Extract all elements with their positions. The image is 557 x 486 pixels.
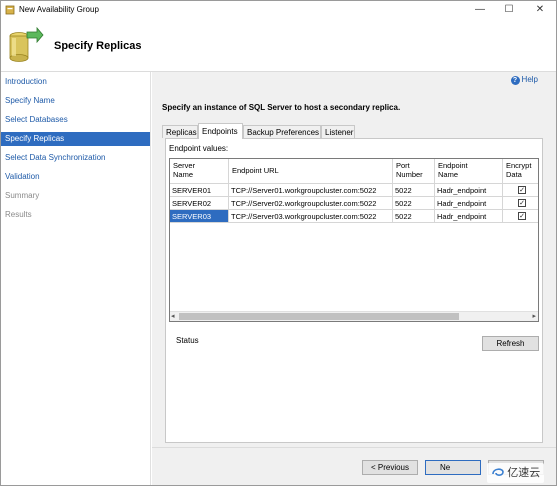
- table-row-encrypt-cell: ✓: [503, 210, 538, 223]
- previous-button[interactable]: < Previous: [362, 460, 418, 475]
- nav-item-results: Results: [5, 210, 32, 219]
- column-header-server-name[interactable]: Server Name: [170, 159, 229, 184]
- table-row-url-cell[interactable]: TCP://Server02.workgroupcluster.com:5022: [229, 197, 393, 210]
- header-line: Name: [173, 170, 194, 179]
- minimize-icon: —: [475, 4, 485, 15]
- close-button[interactable]: ✕: [526, 1, 554, 19]
- help-label: Help: [521, 75, 538, 84]
- nav-item-validation[interactable]: Validation: [1, 170, 150, 184]
- wizard-header: Specify Replicas: [1, 19, 556, 72]
- next-button[interactable]: Ne: [425, 460, 481, 475]
- header-line: Port: [396, 161, 410, 170]
- watermark-logo-icon: [492, 468, 504, 476]
- table-row-port-cell[interactable]: 5022: [393, 197, 435, 210]
- tab-listener[interactable]: Listener: [321, 125, 355, 138]
- main-panel: ? Help Specify an instance of SQL Server …: [152, 72, 556, 485]
- table-row-endpoint-cell[interactable]: Hadr_endpoint: [435, 184, 503, 197]
- column-header-port-number[interactable]: Port Number: [393, 159, 435, 184]
- watermark-text: 亿速云: [507, 467, 541, 479]
- table-row-server-cell[interactable]: SERVER02: [170, 197, 229, 210]
- scrollbar-thumb[interactable]: [179, 313, 459, 320]
- scroll-left-icon[interactable]: ◂: [171, 312, 175, 321]
- nav-item-select-data-synchronization[interactable]: Select Data Synchronization: [1, 151, 150, 165]
- endpoints-grid[interactable]: Server Name Endpoint URL Port Number End…: [169, 158, 539, 322]
- tab-endpoints[interactable]: Endpoints: [198, 123, 243, 139]
- table-row-encrypt-cell: ✓: [503, 197, 538, 210]
- header-line: Endpoint URL: [232, 166, 279, 175]
- header-line: Name: [438, 170, 459, 179]
- header-line: Server: [173, 161, 196, 170]
- header-line: Data: [506, 170, 522, 179]
- help-link[interactable]: ? Help: [510, 75, 538, 85]
- endpoint-values-label: Endpoint values:: [169, 144, 229, 153]
- table-row-url-cell[interactable]: TCP://Server01.workgroupcluster.com:5022: [229, 184, 393, 197]
- table-row-server-cell[interactable]: SERVER01: [170, 184, 229, 197]
- nav-item-summary: Summary: [5, 191, 40, 200]
- page-title: Specify Replicas: [54, 40, 142, 52]
- column-header-endpoint-name[interactable]: Endpoint Name: [435, 159, 503, 184]
- table-row-port-cell[interactable]: 5022: [393, 184, 435, 197]
- nav-item-select-databases[interactable]: Select Databases: [1, 113, 150, 127]
- database-icon: [9, 26, 44, 62]
- nav-item-introduction[interactable]: Introduction: [1, 75, 150, 89]
- tab-replicas[interactable]: Replicas: [162, 125, 198, 138]
- nav-item-specify-name[interactable]: Specify Name: [1, 94, 150, 108]
- header-line: Encrypt: [506, 161, 532, 170]
- encrypt-checkbox[interactable]: ✓: [518, 212, 526, 220]
- column-header-encrypt-data[interactable]: Encrypt Data: [503, 159, 538, 184]
- horizontal-scrollbar[interactable]: ◂ ▸: [170, 311, 538, 321]
- window-title: New Availability Group: [19, 5, 99, 14]
- column-header-endpoint-url[interactable]: Endpoint URL: [229, 159, 393, 184]
- table-row-port-cell[interactable]: 5022: [393, 210, 435, 223]
- encrypt-checkbox[interactable]: ✓: [518, 186, 526, 194]
- table-row-url-cell[interactable]: TCP://Server03.workgroupcluster.com:5022: [229, 210, 393, 223]
- nav-item-specify-replicas[interactable]: Specify Replicas: [1, 132, 150, 146]
- header-line: Number: [396, 170, 423, 179]
- maximize-icon: ☐: [504, 4, 514, 15]
- wizard-nav: Introduction Specify Name Select Databas…: [1, 72, 151, 485]
- watermark: 亿速云: [487, 463, 545, 483]
- endpoints-tab-panel: Endpoint values: Server Name Endpoint UR…: [165, 138, 543, 443]
- title-bar: New Availability Group — ☐ ✕: [1, 1, 556, 19]
- tab-backup-preferences[interactable]: Backup Preferences: [243, 125, 321, 138]
- app-icon: [5, 5, 15, 15]
- encrypt-checkbox[interactable]: ✓: [518, 199, 526, 207]
- table-row-endpoint-cell[interactable]: Hadr_endpoint: [435, 210, 503, 223]
- table-row-endpoint-cell[interactable]: Hadr_endpoint: [435, 197, 503, 210]
- close-icon: ✕: [535, 4, 545, 15]
- refresh-button[interactable]: Refresh: [482, 336, 539, 351]
- help-icon: ?: [510, 76, 520, 85]
- table-row-server-cell-selected[interactable]: SERVER03: [170, 210, 229, 223]
- maximize-button[interactable]: ☐: [495, 1, 523, 19]
- scroll-right-icon[interactable]: ▸: [532, 312, 536, 321]
- table-row-encrypt-cell: ✓: [503, 184, 538, 197]
- minimize-button[interactable]: —: [466, 1, 494, 19]
- header-line: Endpoint: [438, 161, 468, 170]
- wizard-window: New Availability Group — ☐ ✕ Specify Rep…: [0, 0, 557, 486]
- status-label: Status: [176, 336, 199, 345]
- instruction-text: Specify an instance of SQL Server to hos…: [162, 103, 401, 112]
